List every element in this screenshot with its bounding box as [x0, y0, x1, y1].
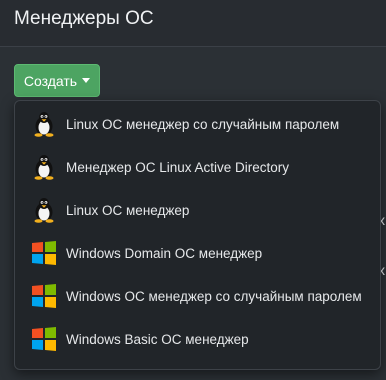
tux-icon	[31, 154, 57, 180]
tux-icon	[31, 197, 57, 223]
create-button[interactable]: Создать	[14, 64, 100, 97]
windows-icon	[31, 240, 57, 266]
page-header: Менеджеры ОС	[0, 0, 386, 47]
menu-item-label: Windows Basic ОС менеджер	[66, 331, 249, 347]
create-button-label: Создать	[23, 72, 78, 89]
tux-icon	[31, 111, 57, 137]
menu-item-windows-domain[interactable]: Windows Domain ОС менеджер	[15, 232, 380, 274]
page-title: Менеджеры ОС	[14, 8, 154, 29]
menu-item-linux-random-password[interactable]: Linux ОС менеджер со случайным паролем	[15, 103, 380, 145]
menu-item-label: Linux ОС менеджер со случайным паролем	[66, 116, 340, 132]
menu-item-windows-basic[interactable]: Windows Basic ОС менеджер	[15, 318, 380, 360]
menu-item-linux[interactable]: Linux ОС менеджер	[15, 189, 380, 231]
menu-item-windows-random-password[interactable]: Windows ОС менеджер со случайным паролем	[15, 275, 380, 317]
caret-down-icon	[82, 78, 91, 83]
menu-item-label: Windows Domain ОС менеджер	[66, 245, 263, 261]
menu-item-label: Windows ОС менеджер со случайным паролем	[66, 288, 362, 304]
windows-icon	[31, 326, 57, 352]
menu-item-label: Менеджер ОС Linux Active Directory	[66, 159, 290, 175]
menu-item-linux-active-directory[interactable]: Менеджер ОС Linux Active Directory	[15, 146, 380, 188]
windows-icon	[31, 283, 57, 309]
create-dropdown-menu: Linux ОС менеджер со случайным паролем М…	[14, 100, 381, 370]
menu-item-label: Linux ОС менеджер	[66, 202, 190, 218]
